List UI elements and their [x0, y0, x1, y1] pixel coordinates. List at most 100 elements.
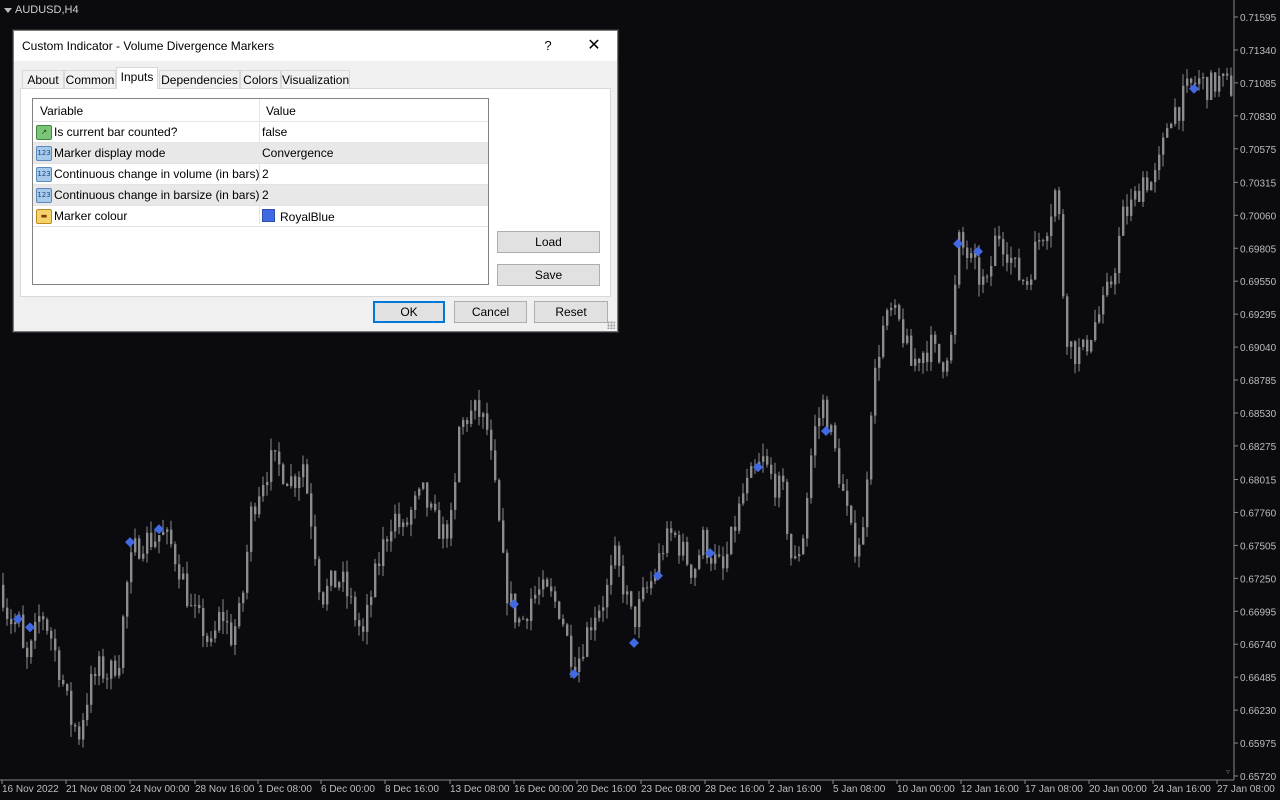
- candle-body: [898, 304, 901, 320]
- candle-body: [562, 618, 565, 625]
- candle-body: [246, 551, 249, 593]
- candle-body: [434, 503, 437, 511]
- price-tick-label: 0.66995: [1240, 607, 1277, 618]
- input-row-marker-colour[interactable]: ▬ Marker colour RoyalBlue: [33, 206, 488, 227]
- cancel-button[interactable]: Cancel: [454, 301, 527, 323]
- tab-dependencies[interactable]: Dependencies: [159, 70, 240, 89]
- candle-body: [1050, 216, 1053, 236]
- candle-body: [578, 658, 581, 673]
- variable-value[interactable]: Convergence: [262, 146, 333, 160]
- candle-body: [610, 565, 613, 585]
- candle-body: [842, 483, 845, 491]
- candle-body: [906, 335, 909, 344]
- candle-body: [122, 616, 125, 668]
- candle-body: [874, 367, 877, 416]
- candle-body: [238, 603, 241, 627]
- color-swatch: [262, 209, 275, 222]
- candle-body: [62, 680, 65, 685]
- int-icon: 123: [36, 188, 52, 203]
- variable-value[interactable]: false: [262, 125, 287, 139]
- help-button[interactable]: ?: [538, 36, 558, 56]
- tab-about[interactable]: About: [22, 70, 64, 89]
- candle-body: [606, 584, 609, 608]
- tab-inputs[interactable]: Inputs: [116, 67, 158, 89]
- candle-body: [902, 319, 905, 344]
- candle-body: [582, 656, 585, 659]
- candle-body: [986, 276, 989, 278]
- color-icon: ▬: [36, 209, 52, 224]
- candle-body: [410, 509, 413, 525]
- candle-body: [326, 585, 329, 605]
- candle-body: [1226, 73, 1229, 76]
- candle-body: [442, 524, 445, 539]
- candle-body: [722, 556, 725, 569]
- candle-body: [1018, 257, 1021, 280]
- input-row-marker-mode[interactable]: 123 Marker display mode Convergence: [33, 143, 488, 164]
- candle-body: [222, 611, 225, 622]
- candle-body: [346, 571, 349, 597]
- resize-grip[interactable]: [607, 321, 615, 329]
- column-header-value[interactable]: Value: [266, 104, 296, 118]
- candle-body: [42, 616, 45, 620]
- candle-body: [1230, 75, 1233, 96]
- candle-body: [538, 589, 541, 595]
- candle-body: [1178, 107, 1181, 121]
- candle-body: [742, 493, 745, 504]
- candle-body: [1118, 235, 1121, 274]
- candle-body: [1022, 279, 1025, 282]
- candle-body: [478, 400, 481, 417]
- candle-body: [110, 660, 113, 679]
- tab-common[interactable]: Common: [64, 70, 116, 89]
- dialog-titlebar[interactable]: Custom Indicator - Volume Divergence Mar…: [14, 31, 617, 61]
- candle-body: [278, 451, 281, 465]
- variable-value[interactable]: 2: [262, 167, 269, 181]
- candle-body: [686, 541, 689, 565]
- candle-body: [798, 554, 801, 557]
- save-button[interactable]: Save: [497, 264, 600, 286]
- column-header-variable[interactable]: Variable: [40, 104, 83, 118]
- input-row-barsize-change[interactable]: 123 Continuous change in barsize (in bar…: [33, 185, 488, 206]
- candle-body: [558, 601, 561, 619]
- candle-body: [938, 343, 941, 363]
- price-tick-label: 0.68275: [1240, 442, 1277, 453]
- candle-body: [882, 325, 885, 357]
- candle-body: [550, 586, 553, 592]
- candle-body: [886, 310, 889, 326]
- variable-value[interactable]: 2: [262, 188, 269, 202]
- candle-body: [526, 618, 529, 622]
- candle-body: [738, 503, 741, 531]
- candle-body: [498, 480, 501, 521]
- ok-button[interactable]: OK: [373, 301, 445, 323]
- input-row-current-bar[interactable]: ↗ Is current bar counted? false: [33, 122, 488, 143]
- candle-body: [1146, 177, 1149, 191]
- candle-body: [1198, 78, 1201, 85]
- candle-body: [698, 555, 701, 569]
- variable-value[interactable]: RoyalBlue: [262, 209, 335, 224]
- time-tick-label: 20 Dec 16:00: [577, 784, 637, 795]
- candle-body: [1102, 295, 1105, 315]
- candle-body: [414, 495, 417, 510]
- candle-body: [942, 362, 945, 372]
- candle-body: [218, 611, 221, 631]
- candle-body: [6, 607, 9, 619]
- tab-colors[interactable]: Colors: [240, 70, 281, 89]
- input-row-volume-change[interactable]: 123 Continuous change in volume (in bars…: [33, 164, 488, 185]
- variable-name: Continuous change in barsize (in bars): [54, 188, 260, 202]
- candle-body: [482, 413, 485, 417]
- candle-body: [530, 598, 533, 622]
- candle-body: [586, 627, 589, 657]
- candle-body: [114, 660, 117, 676]
- candle-body: [490, 429, 493, 451]
- close-button[interactable]: ✕: [582, 36, 606, 56]
- candle-body: [782, 475, 785, 482]
- price-tick-label: 0.65975: [1240, 739, 1277, 750]
- candle-body: [838, 448, 841, 484]
- candle-body: [386, 539, 389, 542]
- tab-visualization[interactable]: Visualization: [281, 70, 350, 89]
- candle-body: [554, 591, 557, 602]
- load-button[interactable]: Load: [497, 231, 600, 253]
- variable-name: Marker display mode: [54, 146, 166, 160]
- dropdown-arrow-icon[interactable]: [4, 7, 12, 13]
- reset-button[interactable]: Reset: [534, 301, 608, 323]
- price-tick-label: 0.66485: [1240, 673, 1277, 684]
